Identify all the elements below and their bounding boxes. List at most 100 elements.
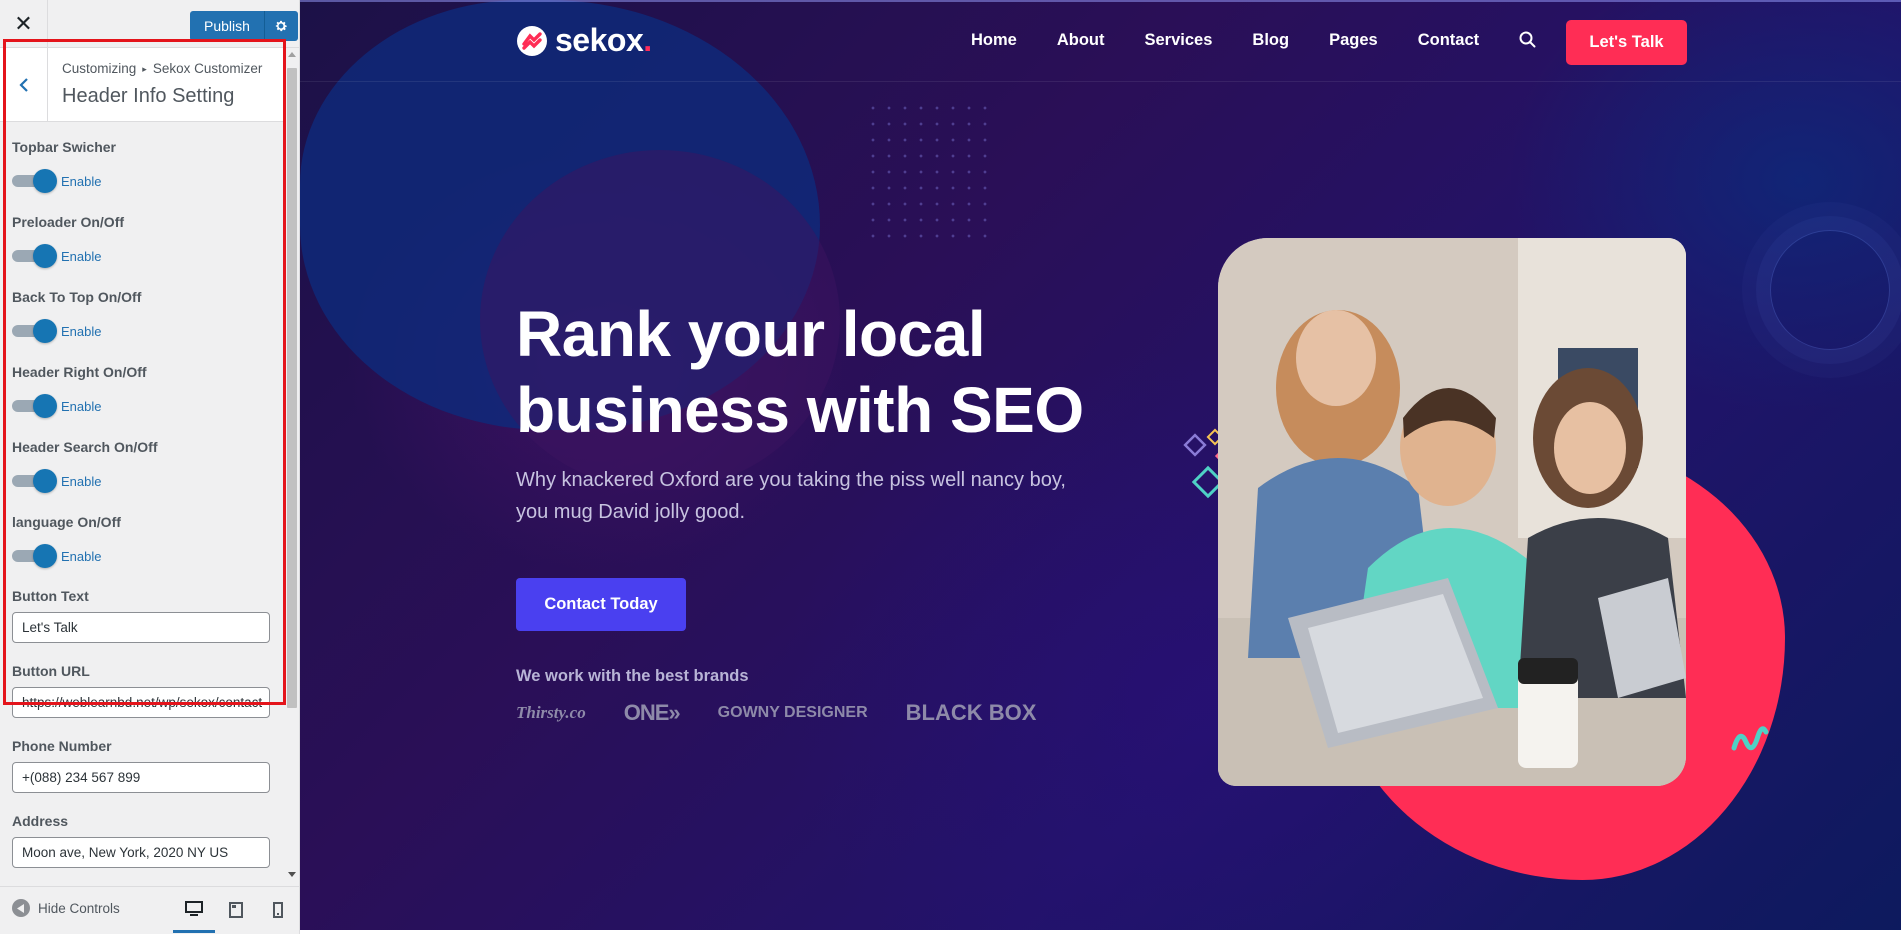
brand-logo-thirsty: Thirsty.co — [516, 703, 586, 722]
topbar-switch-control: Topbar Swicher Enable — [12, 139, 274, 193]
toggle-state-label: Enable — [61, 548, 102, 564]
tablet-icon — [229, 902, 243, 918]
phone-number-control: Phone Number +(088) 234 567 899 — [12, 738, 274, 793]
logo-dot: . — [643, 22, 652, 58]
nav-search-button[interactable] — [1519, 31, 1536, 53]
toggle-switch[interactable] — [12, 469, 57, 493]
section-title: Header Info Setting — [62, 85, 235, 107]
toggle-switch[interactable] — [12, 244, 57, 268]
hero-description: Why knackered Oxford are you taking the … — [516, 469, 1066, 523]
brand-logo-gowny: GOWNY DESIGNER — [717, 704, 868, 721]
toggle-row: Enable — [12, 469, 274, 493]
address-control: Address Moon ave, New York, 2020 NY US — [12, 813, 274, 868]
squiggle-decoration — [1731, 726, 1769, 751]
ring-decoration — [1770, 230, 1890, 350]
toggle-state-label: Enable — [61, 248, 102, 264]
language-control: language On/Off Enable — [12, 514, 274, 568]
header-search-control: Header Search On/Off Enable — [12, 439, 274, 493]
breadcrumb-item: Customizing — [62, 61, 137, 76]
toggle-switch[interactable] — [12, 319, 57, 343]
toggle-row: Enable — [12, 319, 274, 343]
toggle-switch[interactable] — [12, 394, 57, 418]
mobile-preview-button[interactable] — [257, 887, 299, 933]
site-header: sekox. Home About Services Blog Pages Co… — [300, 0, 1901, 82]
hero-team-photo — [1218, 238, 1686, 786]
button-text-input[interactable]: Let's Talk — [12, 612, 270, 643]
scroll-down-arrow-icon[interactable] — [288, 872, 296, 877]
toggle-switch[interactable] — [12, 544, 57, 568]
nav-about[interactable]: About — [1057, 31, 1105, 50]
back-to-top-control: Back To Top On/Off Enable — [12, 289, 274, 343]
brand-logos: Thirsty.co ONE» GOWNY DESIGNER BLACK BOX — [516, 700, 1074, 726]
hero-title-line: business with SEO — [516, 374, 1084, 446]
nav-blog[interactable]: Blog — [1252, 31, 1289, 50]
brand-name: ONE — [623, 700, 670, 725]
control-label: Preloader On/Off — [12, 214, 125, 230]
section-header: Customizing ▸ Sekox Customizer Header Info… — [0, 48, 290, 122]
nav-home[interactable]: Home — [971, 31, 1017, 50]
close-icon: ✕ — [14, 11, 33, 36]
button-url-input[interactable]: https://weblearnbd.net/wp/sekox/contact — [12, 687, 270, 718]
toggle-row: Enable — [12, 394, 274, 418]
toggle-state-label: Enable — [61, 473, 102, 489]
customizer-footer: Hide Controls — [0, 886, 299, 934]
search-icon — [1519, 31, 1536, 48]
back-button[interactable] — [0, 48, 48, 122]
control-label: Header Search On/Off — [12, 439, 158, 455]
publish-group: Publish — [190, 11, 298, 41]
scroll-up-arrow-icon[interactable] — [288, 52, 296, 57]
customizer-sidebar: ✕ Publish Customizing ▸ Sekox Customizer H… — [0, 0, 300, 934]
lets-talk-button[interactable]: Let's Talk — [1566, 20, 1687, 65]
preloader-control: Preloader On/Off Enable — [12, 214, 274, 268]
tablet-preview-button[interactable] — [215, 887, 257, 933]
breadcrumb-separator-icon: ▸ — [142, 64, 147, 74]
scroll-thumb[interactable] — [287, 68, 297, 708]
desktop-preview-button[interactable] — [173, 887, 215, 933]
brand-logo-blackbox: BLACK BOX — [905, 700, 1037, 725]
nav-pages[interactable]: Pages — [1329, 31, 1378, 50]
control-label: Topbar Swicher — [12, 139, 116, 155]
collapse-arrow-icon — [12, 899, 30, 917]
address-input[interactable]: Moon ave, New York, 2020 NY US — [12, 837, 270, 868]
toggle-state-label: Enable — [61, 398, 102, 414]
toggle-row: Enable — [12, 544, 274, 568]
control-label: Phone Number — [12, 738, 112, 754]
control-label: language On/Off — [12, 514, 121, 530]
controls-list: Topbar Swicher Enable Preloader On/Off E… — [12, 122, 274, 868]
brand-logo-one: ONE» — [623, 700, 681, 726]
sidebar-scrollbar[interactable] — [286, 48, 298, 886]
logo-wordmark: sekox — [555, 22, 644, 58]
site-preview: sekox. Home About Services Blog Pages Co… — [300, 0, 1901, 934]
site-logo[interactable]: sekox. — [515, 22, 652, 59]
phone-number-input[interactable]: +(088) 234 567 899 — [12, 762, 270, 793]
toggle-state-label: Enable — [61, 323, 102, 339]
nav-services[interactable]: Services — [1145, 31, 1213, 50]
control-label: Button URL — [12, 663, 90, 679]
breadcrumb: Customizing ▸ Sekox Customizer — [62, 61, 262, 76]
toggle-row: Enable — [12, 244, 274, 268]
close-customizer-button[interactable]: ✕ — [0, 0, 48, 48]
toggle-switch[interactable] — [12, 169, 57, 193]
customizer-topbar: ✕ Publish — [0, 0, 299, 48]
desktop-icon — [185, 900, 203, 916]
publish-button[interactable]: Publish — [190, 11, 264, 41]
hero-title-line: Rank your local — [516, 298, 986, 370]
toggle-state-label: Enable — [61, 173, 102, 189]
control-label: Address — [12, 813, 69, 829]
nav-contact[interactable]: Contact — [1418, 31, 1479, 50]
hide-controls-label: Hide Controls — [38, 900, 120, 916]
brands-heading: We work with the best brands — [516, 667, 749, 685]
breadcrumb-item: Sekox Customizer — [152, 61, 263, 76]
hide-controls-button[interactable]: Hide Controls — [12, 899, 120, 917]
mobile-icon — [273, 902, 283, 918]
button-url-control: Button URL https://weblearnbd.net/wp/sek… — [12, 663, 274, 718]
hero-title: Rank your local business with SEO — [516, 296, 1156, 448]
control-label: Header Right On/Off — [12, 364, 147, 380]
dot-pattern-decoration — [865, 100, 995, 240]
sekox-logo-icon — [517, 25, 547, 56]
contact-today-button[interactable]: Contact Today — [516, 578, 686, 631]
toggle-row: Enable — [12, 169, 274, 193]
logo-text: sekox. — [555, 22, 652, 59]
publish-settings-button[interactable] — [263, 11, 298, 41]
header-right-control: Header Right On/Off Enable — [12, 364, 274, 418]
